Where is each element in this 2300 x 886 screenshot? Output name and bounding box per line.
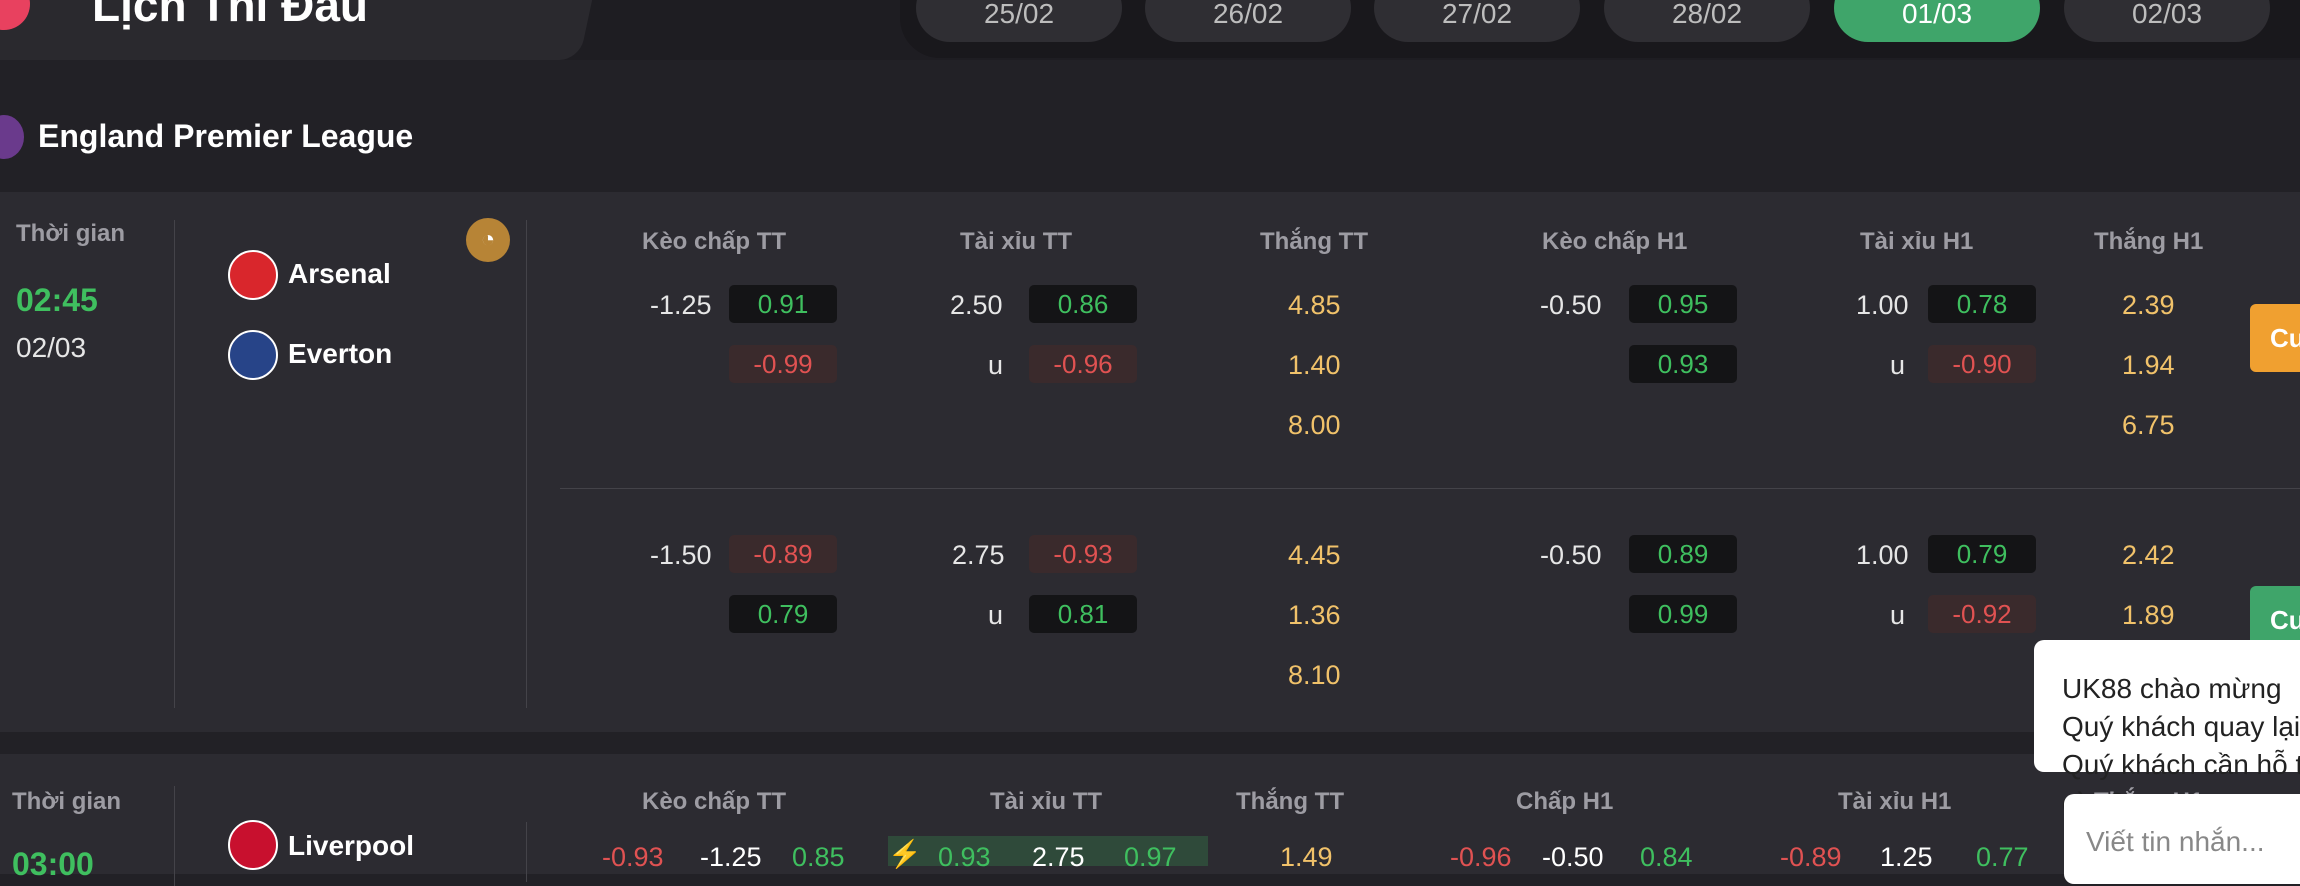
date-tab-active[interactable]: 01/03 <box>1834 0 2040 42</box>
page-title: Lịch Thi Đấu <box>92 0 368 31</box>
h1-win-odd[interactable]: 2.39 <box>2122 290 2175 321</box>
arsenal-badge-icon <box>228 250 278 300</box>
win-odd[interactable]: 1.49 <box>1280 842 1333 873</box>
home-team[interactable]: Liverpool <box>288 830 414 862</box>
stats-clock-icon[interactable]: ◔ <box>466 218 510 262</box>
odd-cell[interactable]: -0.93 <box>602 842 664 873</box>
ou-line: 2.75 <box>952 540 1005 570</box>
match-time: 03:00 <box>12 846 94 882</box>
away-team[interactable]: Everton <box>288 338 392 370</box>
odd-cell[interactable]: -0.90 <box>1928 345 2036 383</box>
odd-cell[interactable]: -0.93 <box>1029 535 1137 573</box>
ou-under-label: u <box>988 350 1004 380</box>
liverpool-badge-icon <box>228 820 278 870</box>
odd-cell[interactable]: -0.96 <box>1029 345 1137 383</box>
col-ou-h1: Tài xỉu H1 <box>1860 228 1974 255</box>
h1-ou-line: 1.25 <box>1880 842 1933 872</box>
odd-cell[interactable]: 0.93 <box>1629 345 1737 383</box>
date-tab-1[interactable]: 25/02 <box>916 0 1122 42</box>
h1-ou-line: 1.00 <box>1856 290 1909 320</box>
h1-ou-line: 1.00 <box>1856 540 1909 570</box>
home-team[interactable]: Arsenal <box>288 258 391 290</box>
h1-hdp-line: -0.50 <box>1540 540 1602 570</box>
odd-cell[interactable]: -0.96 <box>1450 842 1512 873</box>
h1-ou-under-label: u <box>1890 600 1906 630</box>
odd-cell[interactable]: -0.99 <box>729 345 837 383</box>
ou-under-label: u <box>988 600 1004 630</box>
odd-cell[interactable]: 0.81 <box>1029 595 1137 633</box>
odd-cell[interactable]: 0.84 <box>1640 842 1693 873</box>
odd-cell[interactable]: 0.86 <box>1029 285 1137 323</box>
chat-message-input[interactable]: Viết tin nhắn... <box>2064 794 2300 884</box>
h1-win-odd[interactable]: 1.89 <box>2122 600 2175 631</box>
odd-cell[interactable]: 0.77 <box>1976 842 2029 873</box>
col-hdp-h1: Kèo chấp H1 <box>1542 228 1688 255</box>
h1-win-odd[interactable]: 6.75 <box>2122 410 2175 441</box>
h1-hdp-line: -0.50 <box>1542 842 1604 872</box>
chat-greeting-bubble: UK88 chào mừng Quý khách quay lại. Quý k… <box>2034 640 2300 818</box>
odd-cell[interactable]: -0.92 <box>1928 595 2036 633</box>
win-odd[interactable]: 4.45 <box>1288 540 1341 571</box>
h1-hdp-line: -0.50 <box>1540 290 1602 320</box>
hdp-line: -1.25 <box>700 842 762 872</box>
premier-league-icon <box>0 115 24 159</box>
date-tab-2[interactable]: 26/02 <box>1145 0 1351 42</box>
time-label: Thời gian <box>16 220 126 247</box>
match-date: 02/03 <box>16 332 87 363</box>
date-tab-6[interactable]: 02/03 <box>2064 0 2270 42</box>
win-odd[interactable]: 8.00 <box>1288 410 1341 441</box>
win-odd[interactable]: 4.85 <box>1288 290 1341 321</box>
odd-cell[interactable]: -0.89 <box>1780 842 1842 873</box>
win-odd[interactable]: 1.40 <box>1288 350 1341 381</box>
odd-cell[interactable]: 0.85 <box>792 842 845 873</box>
h1-win-odd[interactable]: 2.42 <box>2122 540 2175 571</box>
odd-cell[interactable]: 0.95 <box>1629 285 1737 323</box>
odd-cell[interactable]: 0.93 <box>938 842 991 873</box>
h1-win-odd[interactable]: 1.94 <box>2122 350 2175 381</box>
date-tab-4[interactable]: 28/02 <box>1604 0 1810 42</box>
col-win-ft: Thắng TT <box>1236 788 1344 815</box>
hdp-line: -1.25 <box>650 290 712 320</box>
odd-cell[interactable]: 0.79 <box>729 595 837 633</box>
odd-cell[interactable]: 0.89 <box>1629 535 1737 573</box>
odd-cell[interactable]: 0.97 <box>1124 842 1177 873</box>
col-ou-ft: Tài xỉu TT <box>960 228 1073 255</box>
win-odd[interactable]: 8.10 <box>1288 660 1341 691</box>
hdp-line: -1.50 <box>650 540 712 570</box>
bet-button-1[interactable]: Cư <box>2250 304 2300 372</box>
everton-badge-icon <box>228 330 278 380</box>
date-tab-3[interactable]: 27/02 <box>1374 0 1580 42</box>
lightning-icon: ⚡ <box>888 839 922 869</box>
ou-line: 2.50 <box>950 290 1003 320</box>
league-name: England Premier League <box>38 118 414 154</box>
col-hdp-h1: Chấp H1 <box>1516 788 1614 815</box>
col-ou-h1: Tài xỉu H1 <box>1838 788 1952 815</box>
ou-line: 2.75 <box>1032 842 1085 872</box>
odd-cell[interactable]: 0.91 <box>729 285 837 323</box>
odd-cell[interactable]: -0.89 <box>729 535 837 573</box>
h1-ou-under-label: u <box>1890 350 1906 380</box>
col-hdp-ft: Kèo chấp TT <box>642 788 787 815</box>
odd-cell[interactable]: 0.78 <box>1928 285 2036 323</box>
time-label: Thời gian <box>12 788 122 815</box>
col-hdp-ft: Kèo chấp TT <box>642 228 787 255</box>
win-odd[interactable]: 1.36 <box>1288 600 1341 631</box>
match-time: 02:45 <box>16 282 98 318</box>
odd-cell[interactable]: 0.99 <box>1629 595 1737 633</box>
col-win-h1: Thắng H1 <box>2094 228 2204 255</box>
odd-cell[interactable]: 0.79 <box>1928 535 2036 573</box>
col-win-ft: Thắng TT <box>1260 228 1368 255</box>
col-ou-ft: Tài xỉu TT <box>990 788 1103 815</box>
